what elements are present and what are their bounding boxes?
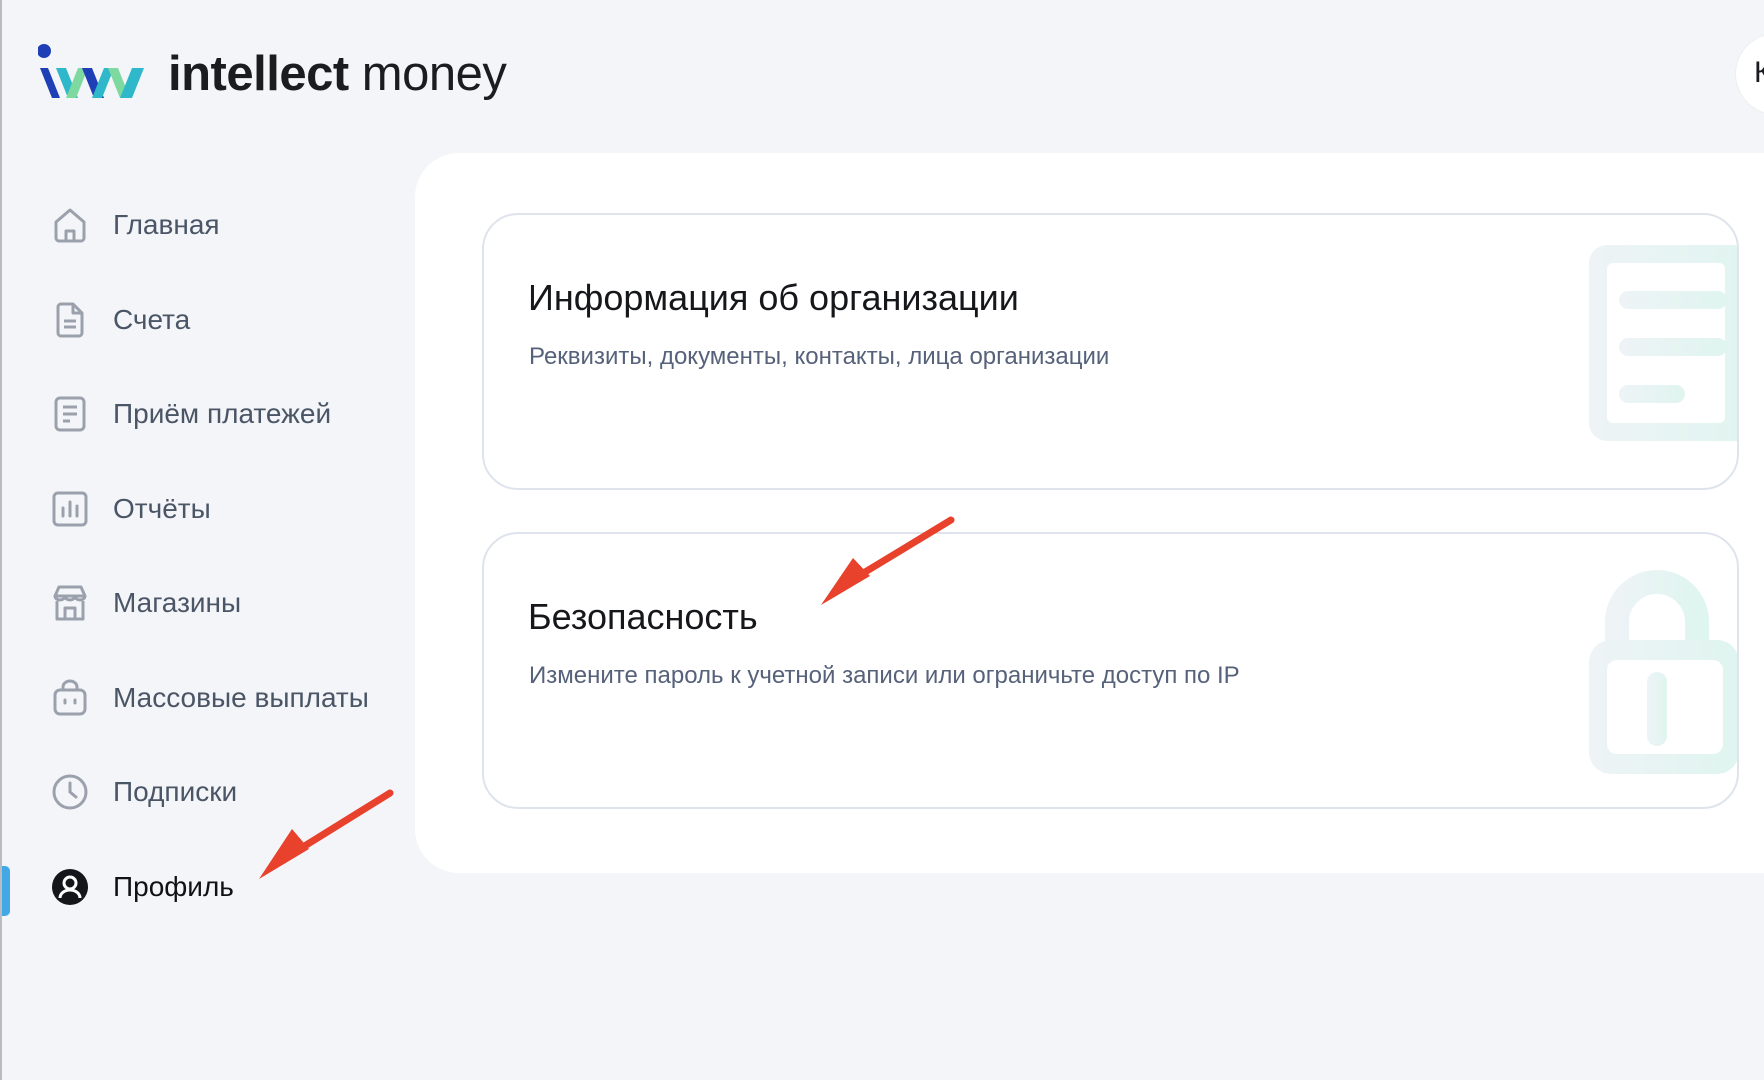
- sidebar-item-subscriptions[interactable]: Подписки: [0, 745, 415, 840]
- sidebar-item-label: Магазины: [113, 587, 242, 619]
- document-icon: [1589, 245, 1737, 441]
- card-title: Информация об организации: [528, 277, 1019, 318]
- security-card[interactable]: Безопасность Измените пароль к учетной з…: [482, 532, 1739, 809]
- sidebar-item-label: Отчёты: [113, 492, 211, 524]
- store-icon: [50, 583, 90, 623]
- clock-icon: [50, 772, 90, 812]
- logo-mark-icon: [38, 44, 144, 98]
- sidebar-item-mass-payouts[interactable]: Массовые выплаты: [0, 651, 415, 746]
- lock-icon: [1589, 570, 1737, 774]
- sidebar-item-stores[interactable]: Магазины: [0, 556, 415, 651]
- avatar-letter: К: [1754, 56, 1764, 89]
- brand-name-bold: intellect: [168, 46, 349, 101]
- user-avatar-button[interactable]: К: [1736, 34, 1764, 114]
- active-indicator: [2, 865, 10, 916]
- brand-name-light: money: [361, 46, 507, 101]
- sidebar-item-payments[interactable]: Приём платежей: [0, 367, 415, 462]
- card-title: Безопасность: [528, 596, 758, 637]
- bag-icon: [50, 678, 90, 718]
- card-description: Реквизиты, документы, контакты, лица орг…: [529, 343, 1110, 370]
- home-icon: [50, 205, 90, 245]
- user-icon: [50, 867, 90, 907]
- card-description: Измените пароль к учетной записи или огр…: [529, 662, 1240, 689]
- sidebar-item-label: Счета: [113, 303, 191, 335]
- sidebar-item-profile[interactable]: Профиль: [0, 840, 415, 935]
- sidebar-item-label: Главная: [113, 209, 220, 241]
- main-panel: Информация об организации Реквизиты, док…: [415, 153, 1764, 873]
- sidebar-item-label: Массовые выплаты: [113, 681, 369, 713]
- brand-name: intellect money: [168, 46, 507, 101]
- document-icon: [50, 300, 90, 340]
- organization-info-card[interactable]: Информация об организации Реквизиты, док…: [482, 213, 1739, 490]
- sidebar-item-reports[interactable]: Отчёты: [0, 462, 415, 557]
- sidebar-nav: Главная Счета Приём платежей Отчёты Мага…: [0, 178, 415, 934]
- receipt-icon: [50, 394, 90, 434]
- sidebar-item-label: Подписки: [113, 776, 238, 808]
- chart-icon: [50, 489, 90, 529]
- sidebar-item-label: Профиль: [113, 870, 234, 902]
- sidebar-item-home[interactable]: Главная: [0, 178, 415, 273]
- sidebar-item-label: Приём платежей: [113, 398, 332, 430]
- sidebar-item-invoices[interactable]: Счета: [0, 273, 415, 368]
- brand-logo[interactable]: intellect money: [38, 34, 507, 114]
